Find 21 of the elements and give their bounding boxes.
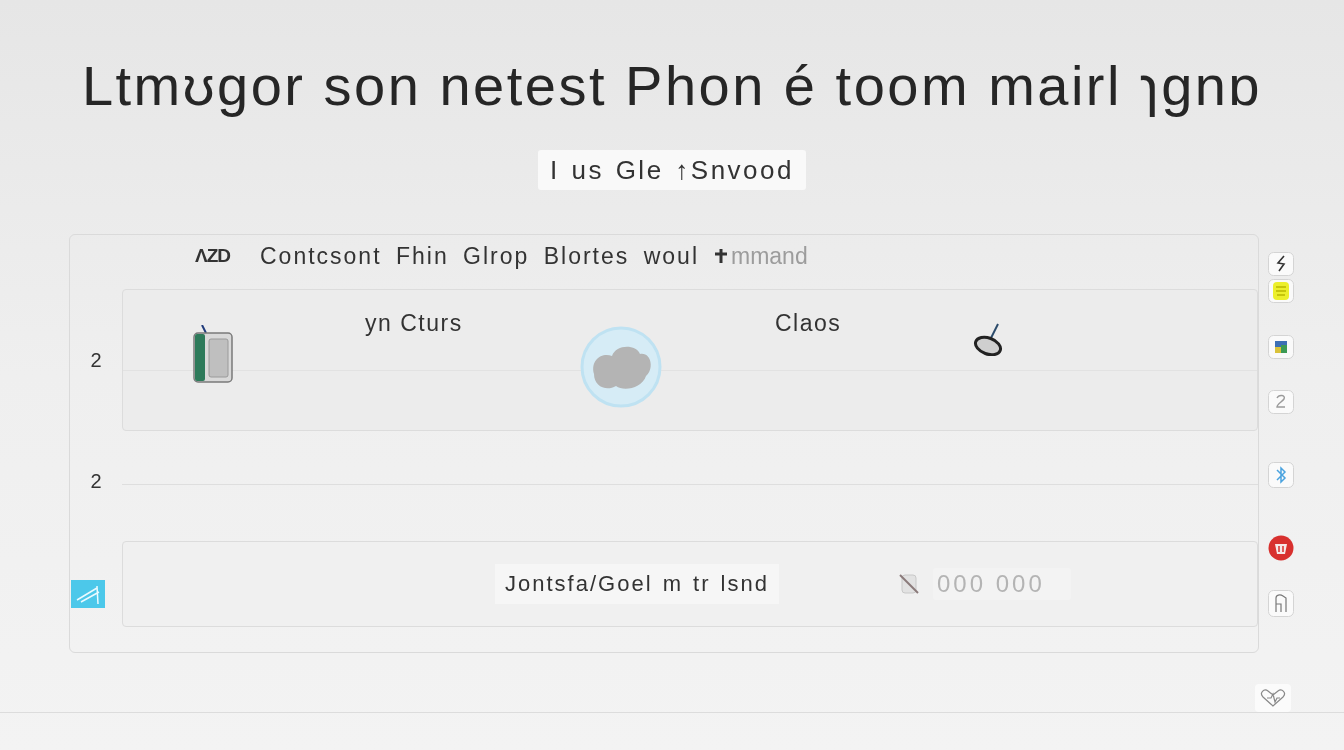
basket-icon[interactable] (1268, 535, 1294, 561)
row-number: 2 (90, 469, 102, 493)
diagonal-lines-icon (71, 580, 105, 608)
row-number: 2 (90, 348, 102, 372)
panel-heading: Contcsont Fhin Glrop Blortes woul (260, 243, 699, 269)
cross-icon (713, 248, 729, 264)
crossed-out-icon (897, 572, 921, 596)
caption-text: Jontsfa/Goel m tr lsnd (495, 564, 779, 604)
picture-icon[interactable] (1268, 335, 1294, 359)
page-title: Ltmʊɡor son netest Phon é toom mairl ɿɡnɒ (81, 56, 1263, 116)
subtitle-text: I us Gle ↑Snvood (538, 150, 806, 190)
arch-icon[interactable] (1268, 590, 1294, 617)
tag-label: ΛZD (195, 244, 230, 268)
cloud-icon (580, 326, 662, 408)
bluetooth-icon[interactable] (1268, 462, 1294, 488)
row-label: yn Cturs (365, 310, 463, 336)
squiggle-icon[interactable] (1268, 390, 1294, 414)
zigzag-icon[interactable] (1268, 252, 1294, 276)
row-label: Claos (775, 310, 842, 336)
phone-icon (193, 325, 233, 383)
faded-text: mmand (731, 243, 808, 269)
